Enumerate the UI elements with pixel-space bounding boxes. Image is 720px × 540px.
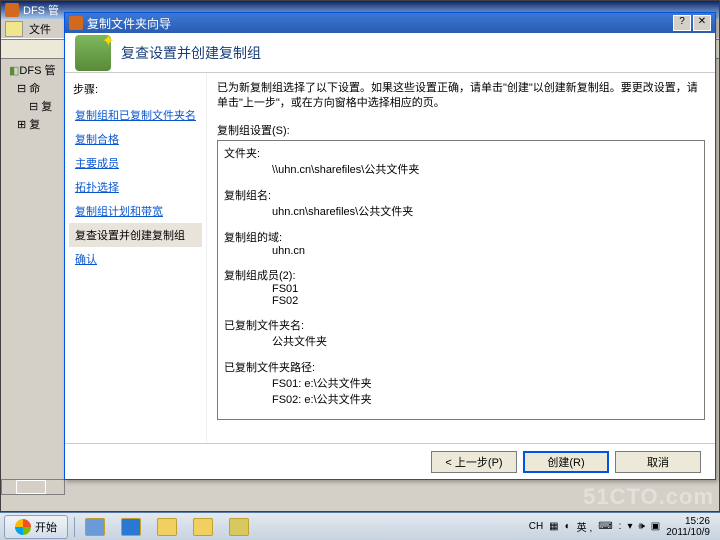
setting-value: FS02: e:\公共文件夹 [224,391,698,407]
setting-key: 已复制文件夹路径: [224,359,698,375]
tray-icon-7[interactable]: ▣ [651,521,660,532]
setting-value: uhn.cn [224,245,698,257]
tree-leaf-repl[interactable]: 复 [5,115,65,133]
setting-key: 复制组名: [224,187,698,203]
wizard-step-4[interactable]: 复制组计划和带宽 [69,199,202,223]
wizard-step-0[interactable]: 复制组和已复制文件夹名 [69,103,202,127]
wizard-step-1[interactable]: 复制合格 [69,127,202,151]
setting-key: 文件夹: [224,145,698,161]
cancel-button[interactable]: 取消 [615,451,701,473]
tray-icon-5[interactable]: ▾ [627,521,632,532]
setting-key: 复制组成员(2): [224,267,698,283]
setting-value: FS02 [224,295,698,307]
taskbar: 开始 CH ▦ ◐ 英 , ⌨ : ▾ 🕪 ▣ 15:26 2011/10/9 [0,512,720,540]
menu-file[interactable]: 文件 [29,21,51,37]
wizard-main: 已为新复制组选择了以下设置。如果这些设置正确，请单击"创建"以创建新复制组。要更… [207,73,715,443]
create-button[interactable]: 创建(R) [523,451,609,473]
wizard-nav: 步骤: 复制组和已复制文件夹名复制合格主要成员拓扑选择复制组计划和带宽复查设置并… [65,73,207,443]
wizard-dialog: 复制文件夹向导 ? ✕ 复查设置并创建复制组 步骤: 复制组和已复制文件夹名复制… [64,12,716,480]
mmc-title: DFS 管 [23,2,59,18]
instruction-text: 已为新复制组选择了以下设置。如果这些设置正确，请单击"创建"以创建新复制组。要更… [217,81,705,112]
toolbar-back-icon[interactable] [5,21,23,37]
taskbar-divider [74,517,75,537]
wizard-titlebar[interactable]: 复制文件夹向导 ? ✕ [65,13,715,33]
tree-scrollbar-h[interactable] [1,479,65,495]
wizard-heading: 复查设置并创建复制组 [121,43,261,63]
back-button[interactable]: < 上一步(P) [431,451,517,473]
tray-icon-2[interactable]: ◐ [565,521,571,532]
taskbar-item-4[interactable] [186,515,220,539]
tray-icon-3[interactable]: ⌨ [598,521,612,532]
tray-icon-4[interactable]: : [619,521,622,532]
wizard-step-3[interactable]: 拓扑选择 [69,175,202,199]
tray-icon-1[interactable]: ▦ [549,521,558,532]
setting-value: FS01 [224,283,698,295]
close-button[interactable]: ✕ [693,15,711,31]
setting-value: FS01: e:\公共文件夹 [224,375,698,391]
tray-icon-6[interactable]: 🕪 [638,521,644,532]
tree-root[interactable]: DFS 管 [5,61,65,79]
setting-value: uhn.cn\sharefiles\公共文件夹 [224,203,698,219]
settings-label: 复制组设置(S): [217,122,705,138]
clock[interactable]: 15:26 2011/10/9 [666,516,714,538]
taskbar-item-3[interactable] [150,515,184,539]
watermark: 51CTO.com [583,484,714,510]
wizard-step-2[interactable]: 主要成员 [69,151,202,175]
tree-panel: DFS 管 命 复 复 [5,61,65,133]
wizard-step-icon [75,35,111,71]
wizard-title-text: 复制文件夹向导 [87,15,171,32]
start-orb-icon [15,519,31,535]
ime-indicator[interactable]: 英 , [577,519,593,534]
app-icon [5,3,19,17]
taskbar-item-1[interactable] [78,515,112,539]
help-button[interactable]: ? [673,15,691,31]
settings-textbox[interactable]: 文件夹:\\uhn.cn\sharefiles\公共文件夹复制组名:uhn.cn… [217,140,705,420]
tree-node-namespace[interactable]: 命 [5,79,65,97]
setting-key: 已复制文件夹名: [224,317,698,333]
system-tray: CH ▦ ◐ 英 , ⌨ : ▾ 🕪 ▣ 15:26 2011/10/9 [523,513,720,540]
setting-value: 公共文件夹 [224,333,698,349]
taskbar-item-2[interactable] [114,515,148,539]
setting-key: 复制组的域: [224,229,698,245]
wizard-footer: < 上一步(P) 创建(R) 取消 [65,443,715,479]
wizard-icon [69,16,83,30]
start-button[interactable]: 开始 [4,515,68,539]
setting-value: \\uhn.cn\sharefiles\公共文件夹 [224,161,698,177]
setting-key: 主要文件夹目标: [224,417,698,420]
wizard-header: 复查设置并创建复制组 [65,33,715,73]
wizard-step-5[interactable]: 复查设置并创建复制组 [69,223,202,247]
tree-node-repl[interactable]: 复 [5,97,65,115]
nav-label: 步骤: [69,81,202,97]
lang-indicator[interactable]: CH [529,521,543,532]
taskbar-item-5[interactable] [222,515,256,539]
wizard-step-6[interactable]: 确认 [69,247,202,271]
